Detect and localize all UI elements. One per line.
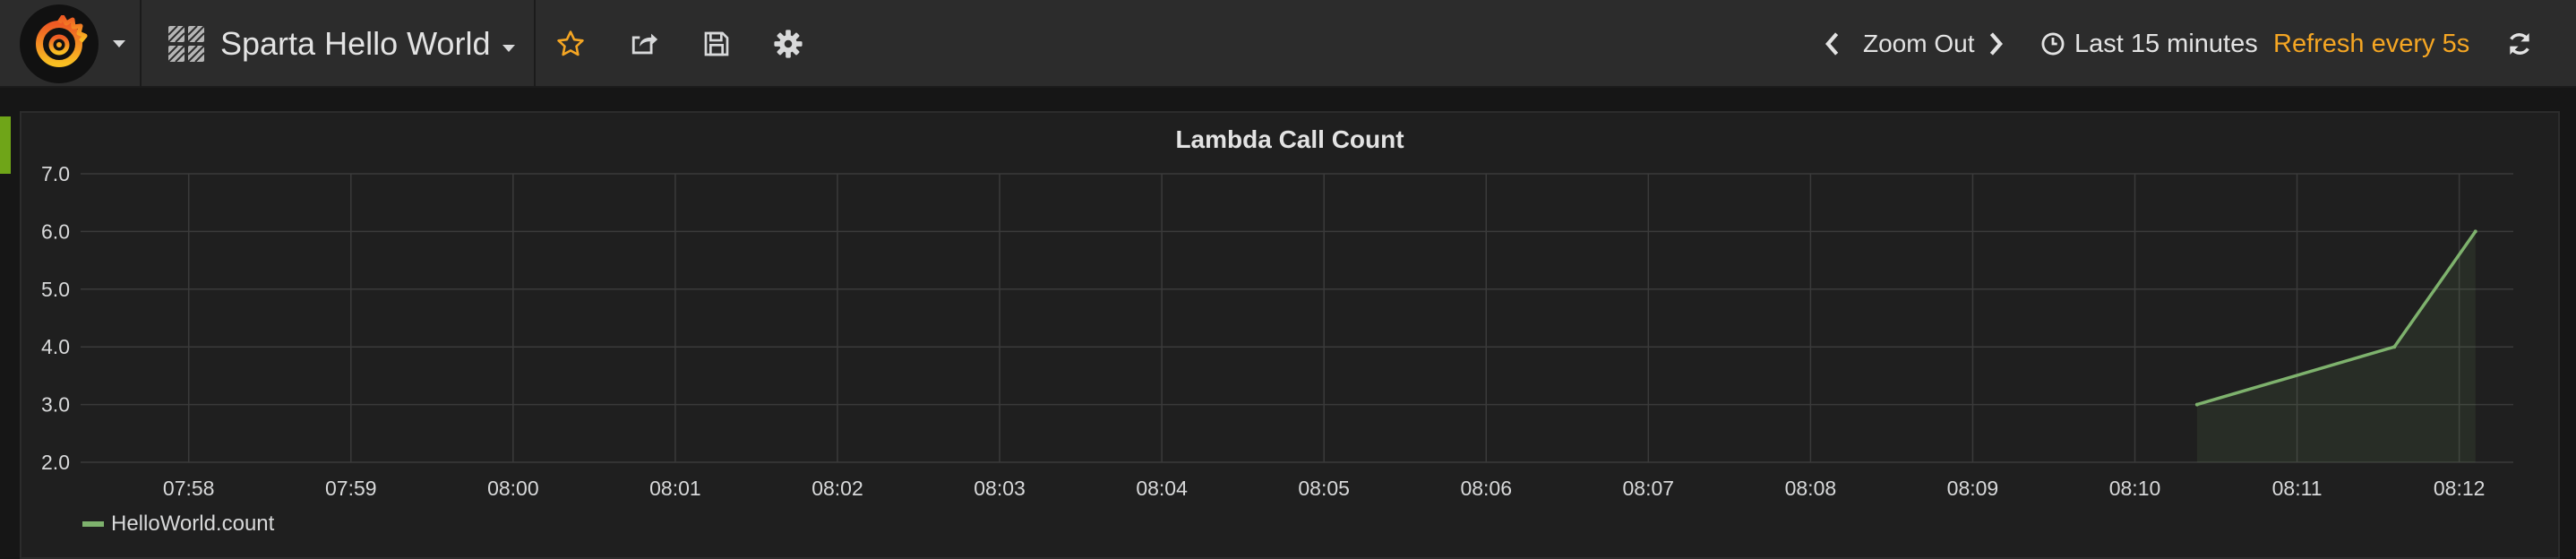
x-tick-label: 08:06 [1460,477,1512,500]
x-tick-label: 08:08 [1785,477,1837,500]
y-tick-label: 6.0 [41,219,70,243]
y-tick-label: 3.0 [41,393,70,417]
legend-item[interactable]: HelloWorld.count [82,512,274,537]
legend-swatch [82,521,104,527]
data-point [2473,229,2477,234]
x-tick-label: 07:59 [325,477,377,500]
data-point [2194,402,2199,407]
y-tick-label: 2.0 [41,451,70,474]
x-tick-label: 08:12 [2434,477,2486,500]
x-tick-label: 08:00 [487,477,539,500]
x-tick-label: 08:04 [1136,477,1188,500]
y-tick-label: 7.0 [41,162,70,185]
line-chart: 2.0 3.0 4.0 5.0 6.0 7.0 07:58 07:59 08:00 08:01 08… [41,162,2513,500]
x-tick-label: 08:09 [1947,477,1999,500]
y-tick-label: 4.0 [41,335,70,358]
x-tick-label: 08:01 [649,477,701,500]
legend-label: HelloWorld.count [111,512,275,536]
x-tick-label: 08:03 [974,477,1026,500]
data-point [2392,345,2397,349]
x-tick-label: 07:58 [163,477,215,500]
x-tick-label: 08:10 [2109,477,2161,500]
x-tick-label: 08:07 [1623,477,1675,500]
x-tick-label: 08:11 [2272,477,2323,500]
y-tick-label: 5.0 [41,278,70,301]
x-tick-label: 08:05 [1298,477,1350,500]
x-tick-label: 08:02 [811,477,863,500]
